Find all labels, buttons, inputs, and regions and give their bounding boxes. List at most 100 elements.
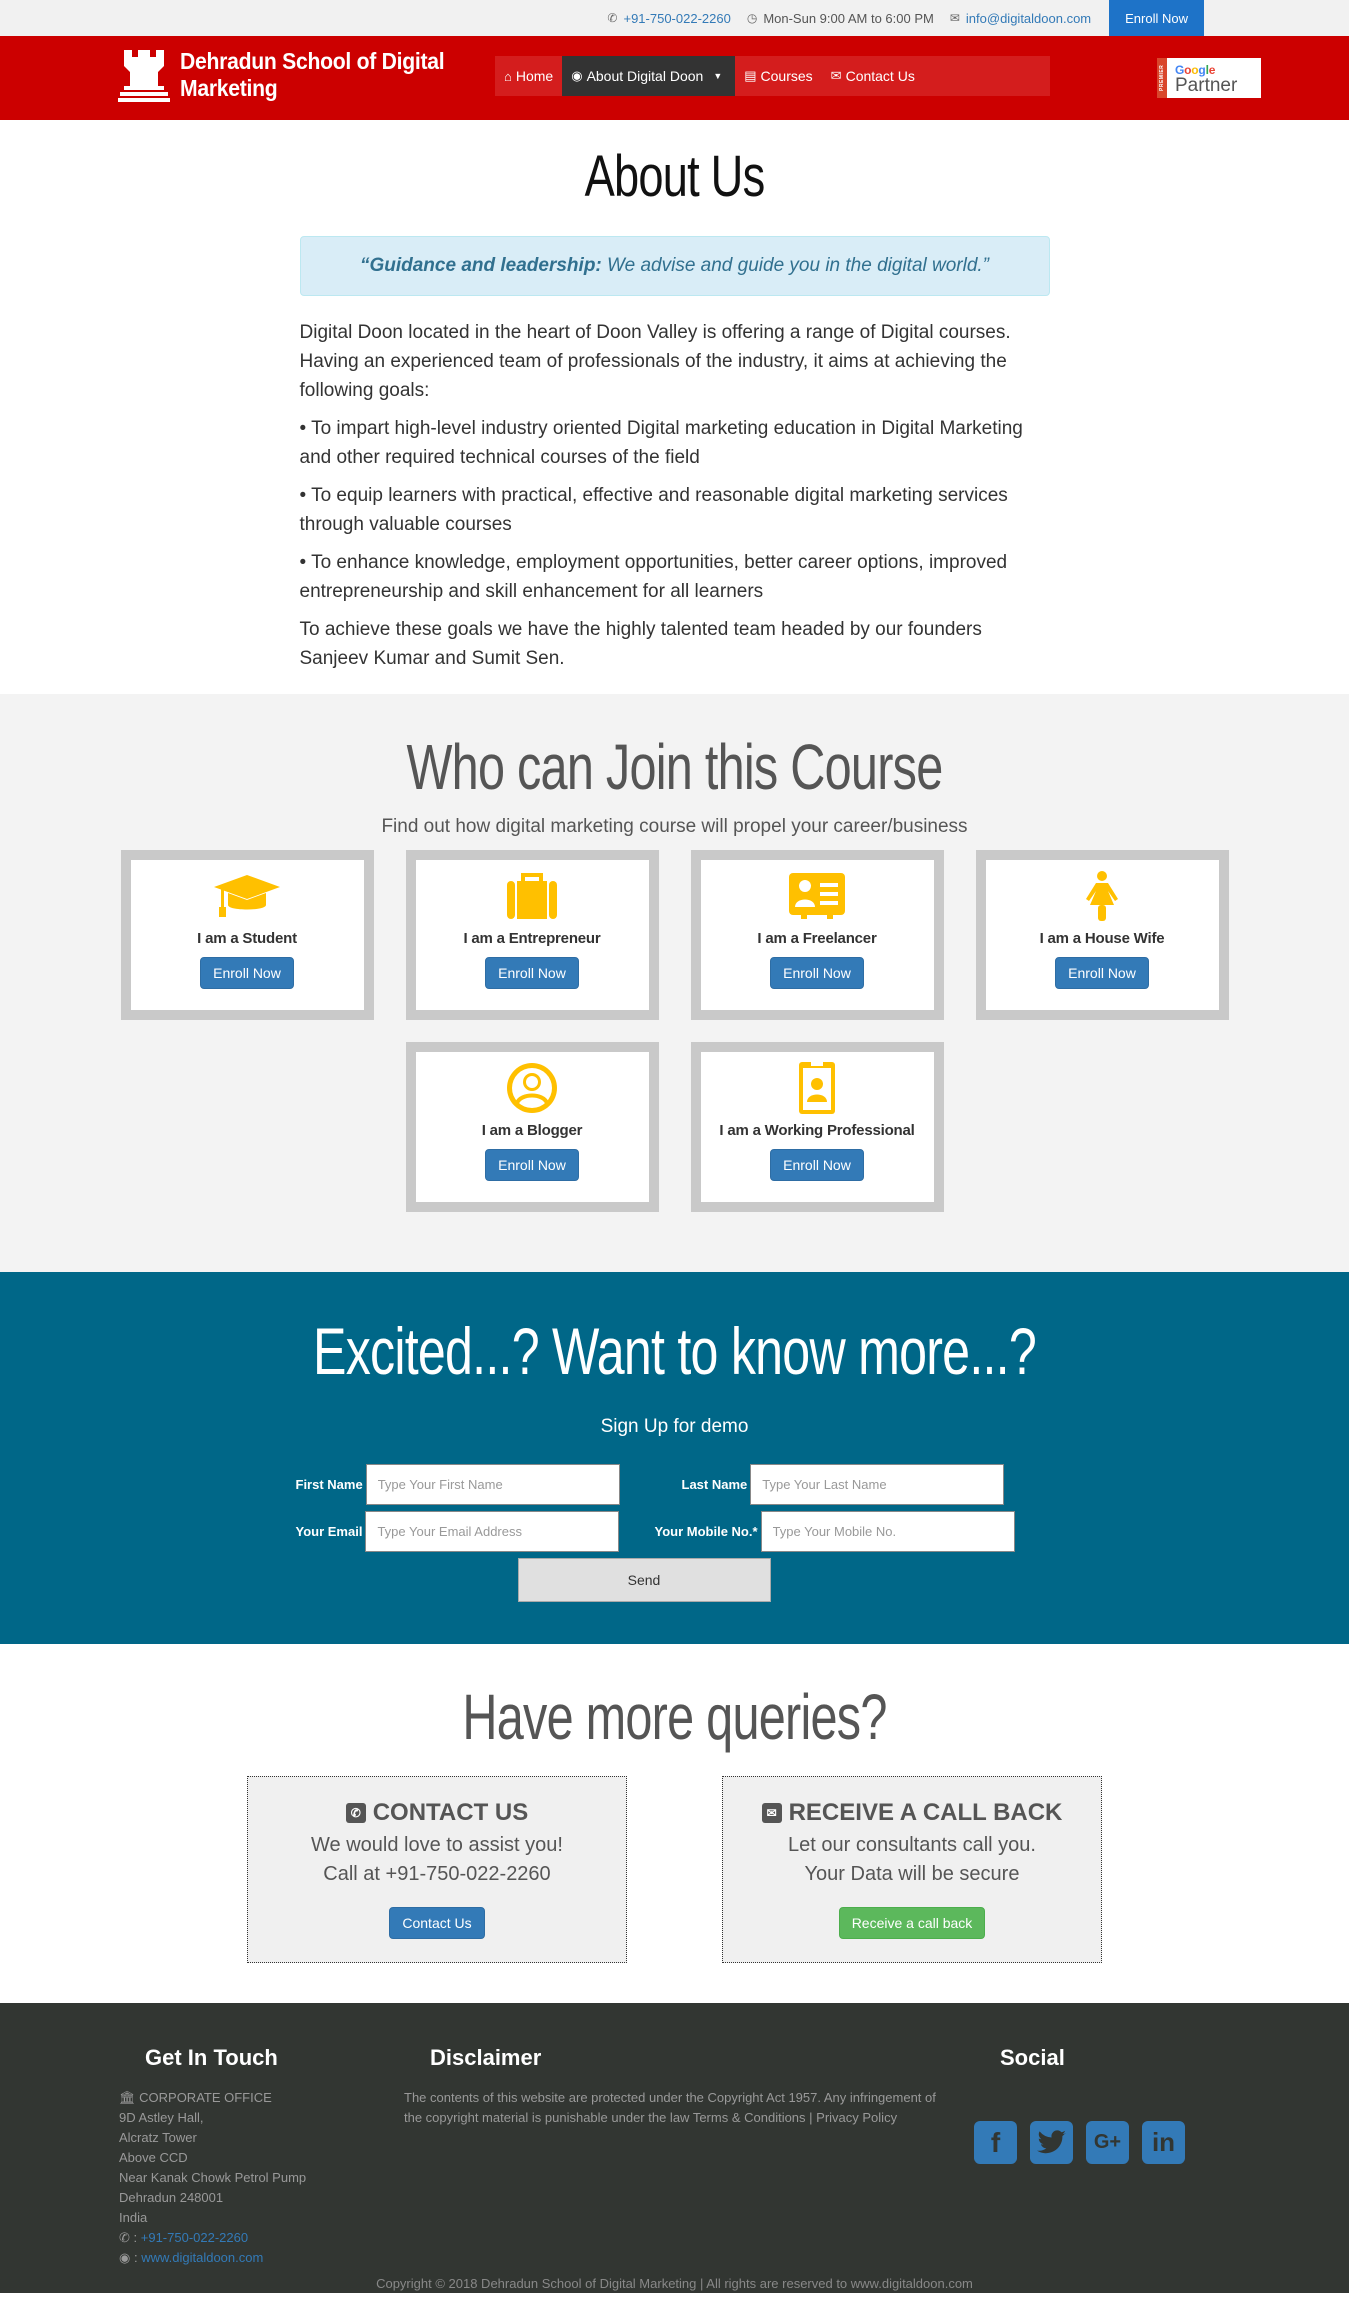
audience-card-working-professional: I am a Working Professional Enroll Now (690, 1042, 944, 1212)
audience-card-house-wife: I am a House Wife Enroll Now (975, 850, 1229, 1020)
first-name-input[interactable] (365, 1464, 620, 1505)
audience-card-student: I am a Student Enroll Now (120, 850, 374, 1020)
caret-down-icon: ▼ (713, 71, 723, 81)
email-row: Your Email (296, 1511, 620, 1552)
section-title: Have more queries? (462, 1681, 887, 1753)
last-name-label: Last Name (681, 1477, 748, 1492)
goal-item: • To impart high-level industry oriented… (299, 418, 1023, 468)
facebook-icon[interactable]: f (974, 2121, 1017, 2164)
envelope-open-icon: ✉ (830, 68, 842, 83)
home-icon: ⌂ (504, 68, 512, 84)
box-title: CONTACT US (372, 1799, 529, 1826)
enroll-now-button[interactable]: Enroll Now (200, 957, 294, 989)
section-subtitle: Sign Up for demo (600, 1416, 749, 1437)
book-icon: ▤ (744, 68, 757, 83)
goal-item: • To equip learners with practical, effe… (299, 485, 1008, 535)
first-name-row: First Name (296, 1464, 620, 1505)
nav-about[interactable]: ◉ About Digital Doon ▼ (562, 56, 736, 96)
section-title: Excited...? Want to know more...? (313, 1314, 1037, 1388)
google-partner-badge: PREMIER Google Partner (1157, 58, 1261, 98)
who-can-join-section: Who can Join this Course Find out how di… (0, 694, 1349, 1272)
about-paragraph: To achieve these goals we have the highl… (299, 619, 982, 669)
last-name-input[interactable] (750, 1464, 1005, 1505)
about-body: Digital Doon located in the heart of Doo… (300, 318, 1050, 673)
id-badge-icon (799, 1062, 835, 1114)
card-label: I am a House Wife (1039, 930, 1165, 947)
phone-square-icon: ✆ (345, 1803, 366, 1823)
box-text: Call at +91-750-022-2260 (323, 1863, 551, 1885)
email-link[interactable]: info@digitaldoon.com (966, 11, 1091, 26)
send-button[interactable]: Send (517, 1558, 771, 1602)
contact-us-button[interactable]: Contact Us (389, 1907, 485, 1939)
rook-icon (118, 50, 170, 102)
last-name-row: Last Name (682, 1464, 1005, 1505)
id-card-icon (789, 870, 845, 922)
email-input[interactable] (365, 1511, 620, 1552)
demo-signup-form: First Name Last Name Your Email Your Mob… (290, 1464, 1060, 1604)
box-text: Let our consultants call you. (788, 1834, 1036, 1856)
box-title: RECEIVE A CALL BACK (788, 1799, 1063, 1826)
footer-heading-disclaimer: Disclaimer (430, 2045, 542, 2070)
queries-section: Have more queries? ✆ CONTACT US We would… (0, 1644, 1349, 2003)
mobile-label: Your Mobile No.* (654, 1524, 758, 1539)
user-circle-icon (507, 1062, 557, 1114)
google-plus-icon[interactable]: G+ (1086, 2121, 1129, 2164)
phone-icon: ✆ (119, 2230, 130, 2245)
page-title: About Us (584, 144, 766, 209)
briefcase-icon (507, 870, 557, 922)
female-icon (1084, 870, 1120, 922)
clock-icon: ◷ (746, 11, 758, 25)
site-header: Dehradun School of Digital Marketing ⌂ H… (0, 36, 1349, 120)
quote-callout: “Guidance and leadership: We advise and … (299, 236, 1050, 296)
partner-label: Partner (1175, 75, 1238, 96)
topbar-phone[interactable]: ✆ +91-750-022-2260 (607, 11, 730, 26)
box-text: Your Data will be secure (804, 1863, 1020, 1885)
email-label: Your Email (295, 1524, 363, 1539)
audience-card-blogger: I am a Blogger Enroll Now (405, 1042, 659, 1212)
privacy-link[interactable]: Privacy Policy (816, 2110, 897, 2125)
linkedin-icon[interactable]: in (1142, 2121, 1185, 2164)
section-subtitle: Find out how digital marketing course wi… (381, 816, 968, 837)
nav-home[interactable]: ⌂ Home (495, 56, 562, 96)
enroll-now-button[interactable]: Enroll Now (770, 957, 864, 989)
globe-icon: ◉ (571, 68, 583, 83)
enroll-now-button[interactable]: Enroll Now (485, 1149, 579, 1181)
enroll-now-button[interactable]: Enroll Now (1109, 0, 1204, 36)
hours-text: Mon-Sun 9:00 AM to 6:00 PM (763, 10, 934, 26)
card-label: I am a Blogger (481, 1122, 583, 1139)
signup-section: Excited...? Want to know more...? Sign U… (0, 1272, 1349, 1644)
audience-card-entrepreneur: I am a Entrepreneur Enroll Now (405, 850, 659, 1020)
enroll-now-button[interactable]: Enroll Now (770, 1149, 864, 1181)
goal-item: • To enhance knowledge, employment oppor… (299, 552, 1008, 602)
site-name: Dehradun School of Digital Marketing (180, 48, 445, 101)
receive-call-back-button[interactable]: Receive a call back (838, 1907, 986, 1939)
topbar-hours: ◷ Mon-Sun 9:00 AM to 6:00 PM (747, 11, 934, 26)
envelope-square-icon: ✉ (761, 1803, 782, 1823)
logo[interactable]: Dehradun School of Digital Marketing (118, 48, 467, 102)
graduation-cap-icon (214, 870, 280, 922)
footer-heading-social: Social (1000, 2045, 1065, 2070)
twitter-icon[interactable] (1030, 2121, 1073, 2164)
mobile-input[interactable] (760, 1511, 1015, 1552)
footer-phone-link[interactable]: +91-750-022-2260 (141, 2230, 248, 2245)
footer-website-link[interactable]: www.digitaldoon.com (141, 2250, 263, 2265)
first-name-label: First Name (295, 1477, 363, 1492)
about-section: About Us “Guidance and leadership: We ad… (0, 120, 1349, 694)
topbar-email[interactable]: ✉ info@digitaldoon.com (950, 11, 1091, 26)
terms-link[interactable]: Terms & Conditions (693, 2110, 806, 2125)
nav-contact[interactable]: ✉ Contact Us (822, 56, 924, 96)
footer-address: 🏛 CORPORATE OFFICE 9D Astley Hall, Alcra… (119, 2090, 307, 2265)
phone-icon: ✆ (607, 11, 618, 25)
phone-link[interactable]: +91-750-022-2260 (623, 11, 730, 26)
enroll-now-button[interactable]: Enroll Now (1055, 957, 1149, 989)
mobile-row: Your Mobile No.* (655, 1511, 1015, 1552)
box-text: We would love to assist you! (311, 1834, 563, 1856)
enroll-now-button[interactable]: Enroll Now (485, 957, 579, 989)
main-nav: ⌂ Home ◉ About Digital Doon ▼ ▤ Courses … (495, 56, 1050, 96)
contact-us-box: ✆ CONTACT US We would love to assist you… (247, 1776, 627, 1963)
section-title: Who can Join this Course (406, 731, 944, 803)
bank-icon: 🏛 (119, 2090, 136, 2105)
premier-label: PREMIER (1157, 58, 1167, 98)
nav-courses[interactable]: ▤ Courses (735, 56, 821, 96)
call-back-box: ✉ RECEIVE A CALL BACK Let our consultant… (722, 1776, 1102, 1963)
